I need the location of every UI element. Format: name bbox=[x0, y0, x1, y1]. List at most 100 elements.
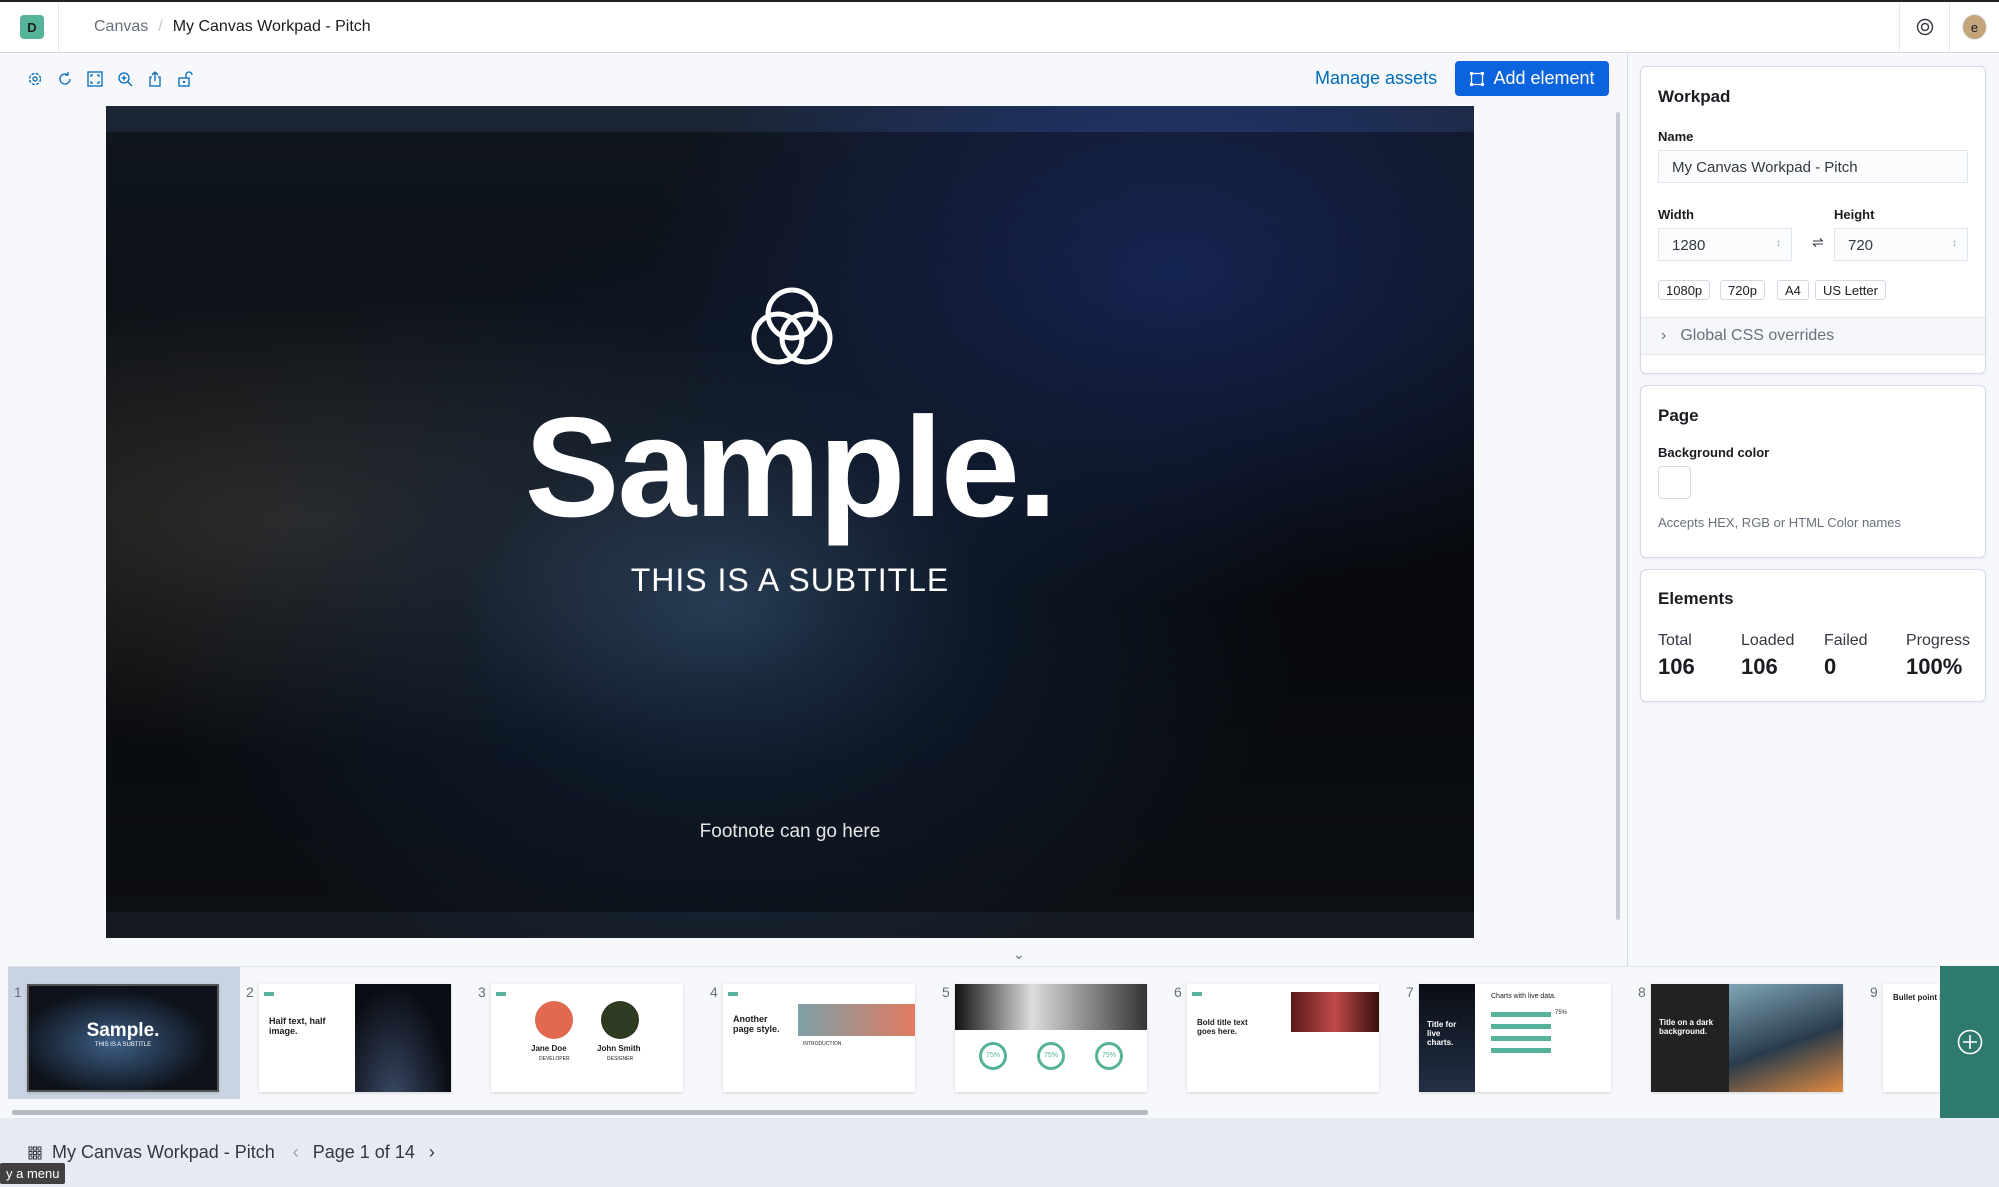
vertical-scrollbar[interactable] bbox=[1616, 112, 1620, 920]
preset-1080p[interactable]: 1080p bbox=[1658, 280, 1711, 300]
page-thumb-5[interactable]: 5 75% 75% 75% bbox=[936, 967, 1168, 1099]
thumb-content: 75% bbox=[1037, 1042, 1065, 1070]
page-number: 8 bbox=[1638, 984, 1646, 1000]
fullscreen-icon[interactable] bbox=[80, 64, 110, 94]
page-number: 4 bbox=[710, 984, 718, 1000]
thumbnail-preview: Sample. THIS IS A SUBTITLE bbox=[27, 984, 219, 1092]
space-avatar[interactable]: D bbox=[20, 15, 44, 39]
help-button[interactable] bbox=[1899, 2, 1949, 52]
gear-icon[interactable] bbox=[20, 64, 50, 94]
tooltip: y a menu bbox=[0, 1163, 66, 1184]
page-number: 2 bbox=[246, 984, 254, 1000]
panel-divider bbox=[1627, 53, 1628, 966]
stepper-icon[interactable]: ↕ bbox=[1952, 238, 1957, 249]
refresh-icon[interactable] bbox=[50, 64, 80, 94]
page-thumb-4[interactable]: 4 Another page style. INTRODUCTION bbox=[704, 967, 936, 1099]
page-title: Page bbox=[1658, 406, 1699, 425]
page-indicator: Page 1 of 14 bbox=[312, 1142, 415, 1162]
stat-progress: Progress 100% bbox=[1906, 632, 1970, 680]
thumbnail-preview: Title for live charts. Charts with live d… bbox=[1419, 984, 1611, 1092]
name-label: Name bbox=[1658, 129, 1694, 144]
logo-rings-icon bbox=[751, 287, 833, 365]
preset-720p[interactable]: 720p bbox=[1720, 280, 1765, 300]
page-thumb-1[interactable]: 1 Sample. THIS IS A SUBTITLE bbox=[8, 967, 240, 1099]
footer-workpad-name: My Canvas Workpad - Pitch bbox=[52, 1142, 275, 1162]
bg-color-swatch[interactable] bbox=[1658, 466, 1691, 499]
stat-value: 106 bbox=[1658, 654, 1695, 679]
thumb-content bbox=[355, 984, 451, 1092]
stat-total: Total 106 bbox=[1658, 632, 1695, 680]
lock-icon[interactable] bbox=[170, 64, 200, 94]
thumb-content bbox=[1491, 1012, 1551, 1017]
next-page-icon[interactable]: › bbox=[429, 1142, 435, 1163]
add-element-button[interactable]: Add element bbox=[1455, 61, 1609, 96]
thumb-content bbox=[496, 992, 506, 996]
thumb-content: Another page style. bbox=[733, 1014, 780, 1034]
horizontal-scrollbar[interactable] bbox=[12, 1110, 1148, 1115]
stat-label: Loaded bbox=[1741, 632, 1795, 649]
slide-footnote: Footnote can go here bbox=[699, 821, 881, 842]
thumb-content bbox=[1192, 992, 1202, 996]
thumb-content bbox=[1491, 1024, 1551, 1029]
thumb-title: Sample. bbox=[86, 1020, 160, 1041]
thumb-content: Half text, half image. bbox=[269, 1016, 326, 1036]
plus-circle-icon bbox=[1957, 1029, 1982, 1055]
grid-icon[interactable] bbox=[28, 1146, 42, 1160]
thumb-content bbox=[1729, 984, 1843, 1092]
height-value: 720 bbox=[1848, 237, 1874, 254]
page-thumb-2[interactable]: 2 Half text, half image. bbox=[240, 967, 472, 1099]
name-input[interactable]: My Canvas Workpad - Pitch bbox=[1658, 150, 1968, 183]
page-number: 1 bbox=[14, 984, 22, 1000]
thumb-content bbox=[1491, 1036, 1551, 1041]
workpad-panel: Workpad Name My Canvas Workpad - Pitch W… bbox=[1640, 66, 1986, 374]
elements-panel: Elements Total 106 Loaded 106 Failed 0 Prog… bbox=[1640, 569, 1986, 702]
add-element-label: Add element bbox=[1493, 68, 1595, 88]
thumb-content bbox=[728, 992, 738, 996]
preset-us-letter[interactable]: US Letter bbox=[1815, 280, 1886, 300]
thumb-content: DESIGNER bbox=[607, 1056, 634, 1062]
stat-value: 0 bbox=[1824, 654, 1837, 679]
page-thumbnails: 1 Sample. THIS IS A SUBTITLE 2 Half text… bbox=[8, 966, 1999, 1118]
thumb-content: 75% bbox=[979, 1042, 1007, 1070]
previous-page-icon[interactable]: ‹ bbox=[293, 1142, 299, 1163]
page-thumb-8[interactable]: 8 Title on a dark background. bbox=[1632, 967, 1864, 1099]
thumb-subtitle: THIS IS A SUBTITLE bbox=[94, 1042, 152, 1048]
swap-dimensions-icon[interactable]: ⇌ bbox=[1812, 234, 1824, 251]
width-value: 1280 bbox=[1672, 237, 1706, 254]
thumb-content bbox=[1491, 1048, 1551, 1053]
page-thumb-3[interactable]: 3 Jane Doe John Smith DEVELOPER DESIGNER bbox=[472, 967, 704, 1099]
slide-title: Sample. bbox=[524, 388, 1058, 547]
thumb-content bbox=[535, 1001, 573, 1039]
thumb-content: Jane Doe bbox=[531, 1044, 567, 1053]
zoom-in-icon[interactable] bbox=[110, 64, 140, 94]
breadcrumb-workpad: My Canvas Workpad - Pitch bbox=[172, 18, 371, 35]
help-icon bbox=[1916, 18, 1933, 36]
toolbar: Manage assets Add element bbox=[0, 53, 1627, 105]
stat-value: 106 bbox=[1741, 654, 1778, 679]
thumb-content: Bullet point la bbox=[1893, 993, 1946, 1002]
workpad-title: Workpad bbox=[1658, 87, 1731, 106]
stat-label: Failed bbox=[1824, 632, 1868, 649]
height-input[interactable]: 720 ↕ bbox=[1834, 228, 1968, 261]
chevron-down-icon[interactable]: ⌄ bbox=[1013, 946, 1025, 963]
page-number: 7 bbox=[1406, 984, 1414, 1000]
thumbnail-preview: 75% 75% 75% bbox=[955, 984, 1147, 1092]
page-panel: Page Background color Accepts HEX, RGB o… bbox=[1640, 385, 1986, 558]
preset-a4[interactable]: A4 bbox=[1777, 280, 1809, 300]
stepper-icon[interactable]: ↕ bbox=[1776, 238, 1781, 249]
manage-assets-link[interactable]: Manage assets bbox=[1315, 68, 1437, 89]
share-icon[interactable] bbox=[140, 64, 170, 94]
page-thumb-7[interactable]: 7 Title for live charts. Charts with live… bbox=[1400, 967, 1632, 1099]
chevron-right-icon: › bbox=[1661, 327, 1667, 344]
thumb-content: INTRODUCTION bbox=[803, 1041, 842, 1047]
breadcrumb-canvas[interactable]: Canvas bbox=[94, 18, 148, 36]
width-input[interactable]: 1280 ↕ bbox=[1658, 228, 1792, 261]
slide-canvas[interactable]: Sample. THIS IS A SUBTITLE Footnote can … bbox=[106, 106, 1474, 938]
add-page-button[interactable] bbox=[1940, 966, 1999, 1118]
thumbnail-preview: Title on a dark background. bbox=[1651, 984, 1843, 1092]
thumbnail-preview: Half text, half image. bbox=[259, 984, 451, 1092]
thumb-content: Bold title text goes here. bbox=[1197, 1018, 1248, 1036]
page-thumb-6[interactable]: 6 Bold title text goes here. bbox=[1168, 967, 1400, 1099]
user-avatar[interactable]: e bbox=[1962, 14, 1987, 40]
global-css-overrides-toggle[interactable]: › Global CSS overrides bbox=[1641, 317, 1985, 355]
